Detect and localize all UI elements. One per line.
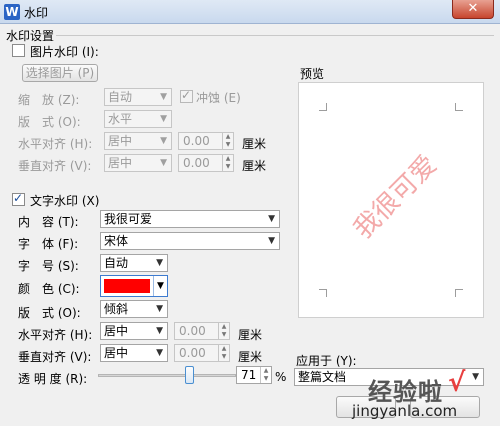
select-picture-button[interactable]: 选择图片 (P)	[22, 64, 98, 82]
text-h-align-label: 水平对齐 (H):	[18, 328, 93, 342]
transparency-slider-thumb[interactable]	[185, 366, 194, 384]
stepper-arrows-icon[interactable]: ▲ ▼	[218, 345, 229, 361]
apply-to-label: 应用于 (Y):	[296, 354, 357, 368]
text-v-align-select[interactable]: 居中 ▼	[100, 344, 168, 362]
scale-label: 缩 放 (Z):	[18, 93, 80, 107]
group-divider	[56, 35, 494, 36]
washout-checkbox[interactable]	[180, 88, 193, 103]
chevron-down-icon: ▼	[153, 276, 167, 296]
text-watermark-label: 文字水印 (X)	[30, 194, 100, 208]
text-h-offset-value: 0.00	[179, 324, 206, 338]
picture-v-unit: 厘米	[242, 159, 267, 173]
chevron-down-icon: ▼	[268, 214, 275, 224]
title-bar: W 水印 ✕	[0, 0, 500, 24]
stepper-arrows-icon[interactable]: ▲ ▼	[260, 367, 271, 383]
preview-label: 预览	[300, 67, 325, 81]
chevron-down-icon: ▼	[472, 372, 479, 382]
picture-layout-label: 版 式 (O):	[18, 115, 81, 129]
chevron-down-icon: ▼	[160, 158, 167, 168]
chevron-down-icon: ▼	[160, 136, 167, 146]
chevron-down-icon: ▼	[268, 236, 275, 246]
stepper-arrows-icon[interactable]: ▲ ▼	[222, 155, 233, 171]
font-value: 宋体	[104, 234, 129, 248]
text-h-align-select[interactable]: 居中 ▼	[100, 322, 168, 340]
picture-h-align-label: 水平对齐 (H):	[18, 137, 93, 151]
page-corner-mark	[455, 289, 463, 297]
settings-group-label: 水印设置	[6, 29, 55, 43]
transparency-slider-track[interactable]	[98, 374, 236, 377]
chevron-down-icon: ▼	[156, 348, 163, 358]
picture-h-unit: 厘米	[242, 137, 267, 151]
preview-watermark-text: 我很可爱	[348, 149, 444, 245]
text-layout-select[interactable]: 倾斜 ▼	[100, 300, 168, 318]
text-v-align-value: 居中	[104, 346, 129, 360]
text-v-align-label: 垂直对齐 (V):	[18, 350, 92, 364]
site-url: jingyanla.com	[352, 402, 458, 420]
chevron-down-icon: ▼	[160, 92, 167, 102]
washout-label: 冲蚀 (E)	[196, 91, 241, 105]
text-layout-label: 版 式 (O):	[18, 306, 81, 320]
scale-select[interactable]: 自动 ▼	[104, 88, 172, 106]
picture-h-align-select[interactable]: 居中 ▼	[104, 132, 172, 150]
stepper-arrows-icon[interactable]: ▲ ▼	[222, 133, 233, 149]
size-select[interactable]: 自动 ▼	[100, 254, 168, 272]
color-swatch	[104, 279, 150, 293]
page-corner-mark	[319, 289, 327, 297]
stepper-arrows-icon[interactable]: ▲ ▼	[218, 323, 229, 339]
picture-watermark-label: 图片水印 (I):	[30, 45, 99, 59]
content-value: 我很可爱	[104, 212, 153, 226]
chevron-down-icon: ▼	[160, 114, 167, 124]
picture-h-align-value: 居中	[108, 134, 133, 148]
picture-v-offset-value: 0.00	[183, 156, 210, 170]
transparency-label: 透 明 度 (R):	[18, 372, 88, 386]
picture-h-offset-value: 0.00	[183, 134, 210, 148]
chevron-down-icon: ▼	[156, 258, 163, 268]
font-select[interactable]: 宋体 ▼	[100, 232, 280, 250]
transparency-value: 71	[241, 368, 257, 382]
text-layout-value: 倾斜	[104, 302, 129, 316]
size-value: 自动	[104, 256, 129, 270]
content-label: 内 容 (T):	[18, 215, 79, 229]
text-h-unit: 厘米	[238, 328, 263, 342]
checkmark-icon: √	[448, 368, 466, 398]
transparency-stepper[interactable]: 71 ▲ ▼	[236, 366, 272, 384]
window-title: 水印	[24, 6, 49, 20]
content-input[interactable]: 我很可爱 ▼	[100, 210, 280, 228]
transparency-unit: %	[275, 370, 287, 384]
wps-app-icon: W	[4, 4, 20, 20]
picture-v-align-label: 垂直对齐 (V):	[18, 159, 92, 173]
text-v-offset-stepper[interactable]: 0.00 ▲ ▼	[174, 344, 230, 362]
picture-v-offset-stepper[interactable]: 0.00 ▲ ▼	[178, 154, 234, 172]
size-label: 字 号 (S):	[18, 259, 79, 273]
picture-layout-select[interactable]: 水平 ▼	[104, 110, 172, 128]
picture-h-offset-stepper[interactable]: 0.00 ▲ ▼	[178, 132, 234, 150]
text-v-unit: 厘米	[238, 350, 263, 364]
color-picker[interactable]: ▼	[100, 275, 168, 297]
preview-pane: 我很可爱	[298, 82, 484, 318]
scale-value: 自动	[108, 90, 133, 104]
picture-v-align-select[interactable]: 居中 ▼	[104, 154, 172, 172]
text-watermark-checkbox[interactable]	[12, 191, 25, 206]
page-corner-mark	[455, 103, 463, 111]
text-h-offset-stepper[interactable]: 0.00 ▲ ▼	[174, 322, 230, 340]
apply-to-value: 整篇文档	[298, 370, 347, 384]
picture-layout-value: 水平	[108, 112, 133, 126]
font-label: 字 体 (F):	[18, 237, 79, 251]
page-corner-mark	[319, 103, 327, 111]
picture-watermark-checkbox[interactable]	[12, 44, 25, 57]
close-button[interactable]: ✕	[452, 0, 494, 19]
chevron-down-icon: ▼	[156, 326, 163, 336]
color-label: 颜 色 (C):	[18, 282, 80, 296]
text-v-offset-value: 0.00	[179, 346, 206, 360]
text-h-align-value: 居中	[104, 324, 129, 338]
picture-v-align-value: 居中	[108, 156, 133, 170]
chevron-down-icon: ▼	[156, 304, 163, 314]
